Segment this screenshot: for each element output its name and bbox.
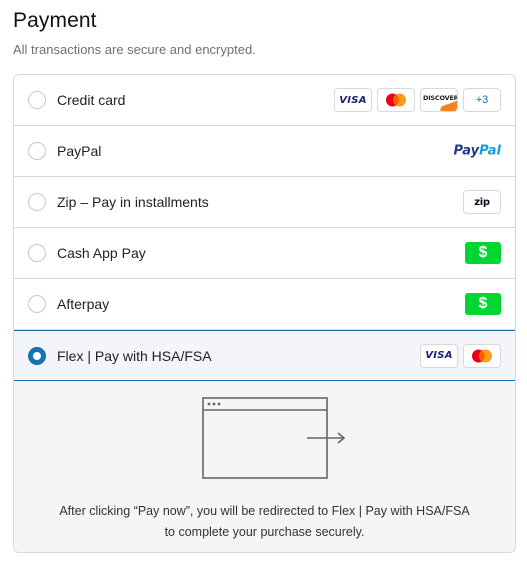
visa-icon: VISA	[420, 343, 458, 368]
payment-option-label: Afterpay	[57, 296, 110, 312]
paypal-icon: PayPal	[453, 143, 501, 159]
payment-option-label: Credit card	[57, 92, 126, 108]
cash-app-icon: $	[465, 242, 501, 264]
redirect-info-panel: After clicking “Pay now”, you will be re…	[14, 381, 515, 552]
redirect-message: After clicking “Pay now”, you will be re…	[59, 504, 470, 539]
payment-option-paypal[interactable]: PayPal PayPal	[14, 126, 515, 177]
radio-credit-card[interactable]	[28, 91, 46, 109]
mastercard-icon	[463, 343, 501, 368]
zip-icon: zip	[463, 190, 501, 214]
more-cards-badge[interactable]: +3	[463, 88, 501, 112]
radio-cash-app-pay[interactable]	[28, 244, 46, 262]
page-title: Payment	[13, 9, 97, 32]
discover-icon: DISCOVER	[420, 88, 458, 112]
payment-option-label: PayPal	[57, 143, 102, 159]
cash-app-icon: $	[465, 293, 501, 315]
payment-option-cash-app-pay[interactable]: Cash App Pay $	[14, 228, 515, 279]
payment-methods-list: Credit card VISA DISCOVER +3 PayPal PayP…	[13, 74, 516, 553]
payment-option-label: Zip – Pay in installments	[57, 194, 209, 210]
payment-option-label: Flex | Pay with HSA/FSA	[57, 347, 212, 364]
radio-flex-hsa-fsa[interactable]	[28, 346, 46, 365]
page-subtitle: All transactions are secure and encrypte…	[13, 42, 256, 57]
payment-option-label: Cash App Pay	[57, 245, 146, 261]
mastercard-icon	[377, 88, 415, 112]
payment-option-credit-card[interactable]: Credit card VISA DISCOVER +3	[14, 75, 515, 126]
payment-option-zip[interactable]: Zip – Pay in installments zip	[14, 177, 515, 228]
radio-zip[interactable]	[28, 193, 46, 211]
radio-afterpay[interactable]	[28, 295, 46, 313]
payment-option-afterpay[interactable]: Afterpay $	[14, 279, 515, 330]
radio-paypal[interactable]	[28, 142, 46, 160]
payment-option-flex-hsa-fsa[interactable]: Flex | Pay with HSA/FSA VISA	[14, 330, 515, 381]
browser-redirect-icon	[202, 397, 346, 479]
visa-icon: VISA	[334, 88, 372, 112]
